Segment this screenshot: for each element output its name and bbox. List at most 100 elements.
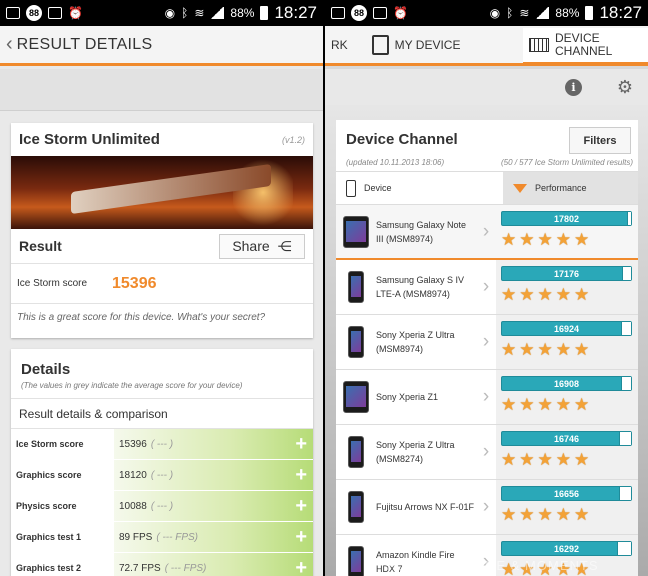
star-icon: ★ [501, 230, 517, 249]
detail-label: Ice Storm score [11, 429, 114, 459]
column-device-label: Device [364, 183, 392, 193]
tab-device-channel[interactable]: DEVICE CHANNEL [523, 27, 648, 65]
star-rating: ★ ★ ★ ★ ★ [501, 341, 632, 358]
star-icon: ★ [574, 450, 590, 469]
back-chevron-icon[interactable]: ‹ [6, 33, 13, 56]
detail-label: Graphics test 2 [11, 553, 114, 576]
device-thumbnail [336, 205, 376, 258]
details-card: Details (The values in grey indicate the… [11, 349, 313, 576]
tab-benchmark[interactable]: RK [325, 26, 354, 63]
device-score: 16656 [553, 489, 580, 499]
info-icon[interactable]: i [565, 79, 582, 96]
star-icon: ★ [574, 230, 590, 249]
status-bar: 88 ⏰ ◉ ᛒ ≋ 88% 18:27 [325, 0, 648, 26]
device-thumbnail [336, 315, 376, 369]
wifi-icon: ≋ [519, 6, 530, 20]
device-thumbnail [336, 535, 376, 576]
device-name: Sony Xperia Z1 [376, 392, 439, 402]
performance-bar: 17176 [501, 266, 632, 281]
filters-button[interactable]: Filters [569, 127, 631, 154]
clock: 18:27 [599, 3, 642, 22]
result-details-screen: 88 ⏰ ◉ ᛒ ≋ 88% 18:27 ‹ RESULT DETAILS Ic… [0, 0, 323, 576]
device-row[interactable]: Sony Xperia Z Ultra (MSM8274) › 16746 ★ ★ ★ ★ ★ [336, 425, 638, 480]
device-thumbnail [336, 425, 376, 479]
column-performance-label: Performance [535, 183, 587, 193]
share-label: Share [232, 238, 270, 254]
device-name: Sony Xperia Z Ultra (MSM8974) [376, 330, 455, 354]
device-name: Samsung Galaxy S IV LTE-A (MSM8974) [376, 275, 465, 299]
star-icon: ★ [519, 395, 535, 414]
performance-cell: 16656 ★ ★ ★ ★ ★ [496, 480, 638, 534]
bluetooth-icon: ᛒ [506, 6, 514, 20]
detail-value: 15396 [119, 438, 147, 450]
performance-bar: 16924 [501, 321, 632, 336]
signal-icon [210, 7, 225, 19]
alarm-icon: ⏰ [393, 6, 408, 20]
device-score: 17176 [553, 269, 580, 279]
performance-cell: 16924 ★ ★ ★ ★ ★ [496, 315, 638, 369]
benchmark-name: Ice Storm Unlimited [19, 131, 160, 148]
performance-bar: 16908 [501, 376, 632, 391]
score-value: 15396 [112, 274, 157, 292]
gear-icon[interactable]: ⚙ [617, 77, 633, 98]
expand-plus-icon[interactable]: + [295, 557, 307, 576]
device-row[interactable]: Samsung Galaxy Note III (MSM8974) › 17802 ★… [336, 205, 638, 260]
expand-plus-icon[interactable]: + [295, 464, 307, 486]
chevron-right-icon[interactable]: › [476, 370, 496, 424]
battery-icon [260, 6, 269, 20]
wifi-icon: ≋ [194, 6, 205, 20]
star-icon: ★ [519, 340, 535, 359]
expand-plus-icon[interactable]: + [295, 433, 307, 455]
eye-icon: ◉ [164, 6, 176, 20]
performance-cell: 16908 ★ ★ ★ ★ ★ [496, 370, 638, 424]
star-icon: ★ [574, 505, 590, 524]
device-score: 16292 [553, 544, 580, 554]
detail-label: Physics score [11, 491, 114, 521]
device-row[interactable]: Fujitsu Arrows NX F-01F › 16656 ★ ★ ★ ★ ★ [336, 480, 638, 535]
share-button[interactable]: Share ⋲ [219, 233, 305, 259]
device-row[interactable]: Sony Xperia Z1 › 16908 ★ ★ ★ ★ ★ [336, 370, 638, 425]
sort-by-performance[interactable]: Performance [503, 172, 638, 204]
star-icon: ★ [519, 230, 535, 249]
expand-plus-icon[interactable]: + [295, 495, 307, 517]
detail-row[interactable]: Graphics test 1 89 FPS( --- FPS) + [11, 522, 313, 553]
sort-by-device[interactable]: Device [336, 172, 503, 204]
star-icon: ★ [537, 395, 553, 414]
star-icon: ★ [537, 450, 553, 469]
detail-average: ( --- FPS) [164, 562, 207, 574]
chevron-right-icon[interactable]: › [476, 425, 496, 479]
chevron-right-icon[interactable]: › [476, 315, 496, 369]
detail-row[interactable]: Graphics test 2 72.7 FPS( --- FPS) + [11, 553, 313, 576]
sort-descending-icon [513, 183, 527, 193]
phone-icon [346, 179, 356, 197]
details-title: Details [21, 361, 71, 378]
detail-average: ( --- ) [150, 438, 174, 450]
performance-cell: 17176 ★ ★ ★ ★ ★ [496, 260, 638, 314]
star-rating: ★ ★ ★ ★ ★ [501, 506, 632, 523]
performance-bar: 16656 [501, 486, 632, 501]
chevron-right-icon[interactable]: › [476, 260, 496, 314]
header-band [0, 69, 323, 111]
battery-percent: 88% [555, 6, 580, 20]
expand-plus-icon[interactable]: + [295, 526, 307, 548]
eye-icon: ◉ [489, 6, 501, 20]
device-score: 17802 [553, 214, 580, 224]
device-row[interactable]: Samsung Galaxy S IV LTE-A (MSM8974) › 1717… [336, 260, 638, 315]
page-title: RESULT DETAILS [16, 35, 153, 53]
tab-my-device[interactable]: MY DEVICE [366, 26, 467, 63]
star-icon: ★ [555, 340, 571, 359]
star-icon: ★ [537, 230, 553, 249]
detail-row[interactable]: Physics score 10088( --- ) + [11, 491, 313, 522]
score-label: Ice Storm score [17, 278, 88, 289]
comparison-section-title: Result details & comparison [11, 399, 313, 429]
chevron-right-icon[interactable]: › [476, 480, 496, 534]
detail-row[interactable]: Graphics score 18120( --- ) + [11, 460, 313, 491]
performance-cell: 17802 ★ ★ ★ ★ ★ [496, 205, 638, 258]
star-icon: ★ [501, 505, 517, 524]
device-row[interactable]: Sony Xperia Z Ultra (MSM8974) › 16924 ★ ★ ★ ★ ★ [336, 315, 638, 370]
clock: 18:27 [274, 3, 317, 22]
detail-row[interactable]: Ice Storm score 15396( --- ) + [11, 429, 313, 460]
chevron-right-icon[interactable]: › [476, 205, 496, 258]
device-icon [371, 34, 389, 55]
star-icon: ★ [501, 340, 517, 359]
